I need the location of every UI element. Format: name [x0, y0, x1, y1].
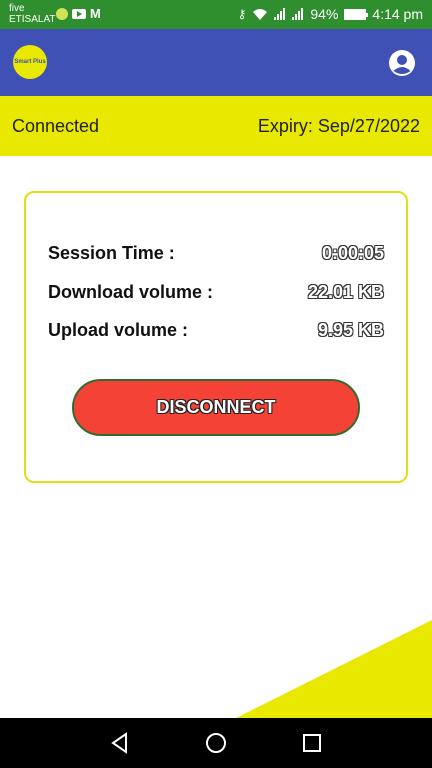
home-icon[interactable]	[205, 732, 227, 754]
gmail-icon: M	[90, 6, 101, 21]
navigation-bar	[0, 718, 432, 768]
carrier-name: five ETISALAT	[9, 3, 56, 25]
session-time-row: Session Time : 0:00:05	[48, 243, 384, 264]
carrier-line1: five	[9, 3, 25, 14]
back-icon[interactable]	[109, 732, 131, 754]
battery-percent: 94%	[310, 6, 339, 22]
decorative-corner-shape	[236, 620, 432, 718]
account-circle-icon[interactable]	[388, 49, 416, 77]
app-logo-text: Smart Plus	[14, 59, 46, 65]
clock: 4:14 pm	[372, 6, 423, 22]
upload-volume-row: Upload volume : 9.95 KB	[48, 320, 384, 341]
youtube-icon	[72, 9, 86, 19]
download-volume-row: Download volume : 22.01 KB	[48, 282, 384, 303]
download-volume-label: Download volume :	[48, 282, 214, 302]
battery-icon	[344, 8, 369, 20]
download-volume-value: 22.01 KB	[307, 282, 384, 302]
signal-icon	[274, 8, 286, 20]
disconnect-button[interactable]: DISCONNECT	[72, 379, 360, 436]
notification-dot-icon	[56, 8, 68, 20]
app-logo: Smart Plus	[13, 45, 47, 79]
signal-icon	[292, 8, 304, 20]
session-time-value: 0:00:05	[321, 243, 384, 263]
app-bar: Smart Plus	[0, 29, 432, 96]
expiry-date: Expiry: Sep/27/2022	[257, 115, 420, 136]
connection-status: Connected	[12, 115, 100, 136]
session-card: Session Time : 0:00:05 Download volume :…	[24, 191, 408, 483]
status-bar: five ETISALAT M ⚷ 94% 4:14 pm	[0, 0, 432, 29]
carrier-line2: ETISALAT	[9, 14, 56, 25]
wifi-icon	[253, 8, 268, 20]
connection-status-bar: Connected Expiry: Sep/27/2022	[0, 96, 432, 156]
upload-volume-label: Upload volume :	[48, 320, 189, 340]
session-time-label: Session Time :	[48, 243, 175, 263]
recents-icon[interactable]	[301, 732, 323, 754]
key-icon: ⚷	[237, 7, 247, 21]
upload-volume-value: 9.95 KB	[317, 320, 384, 340]
